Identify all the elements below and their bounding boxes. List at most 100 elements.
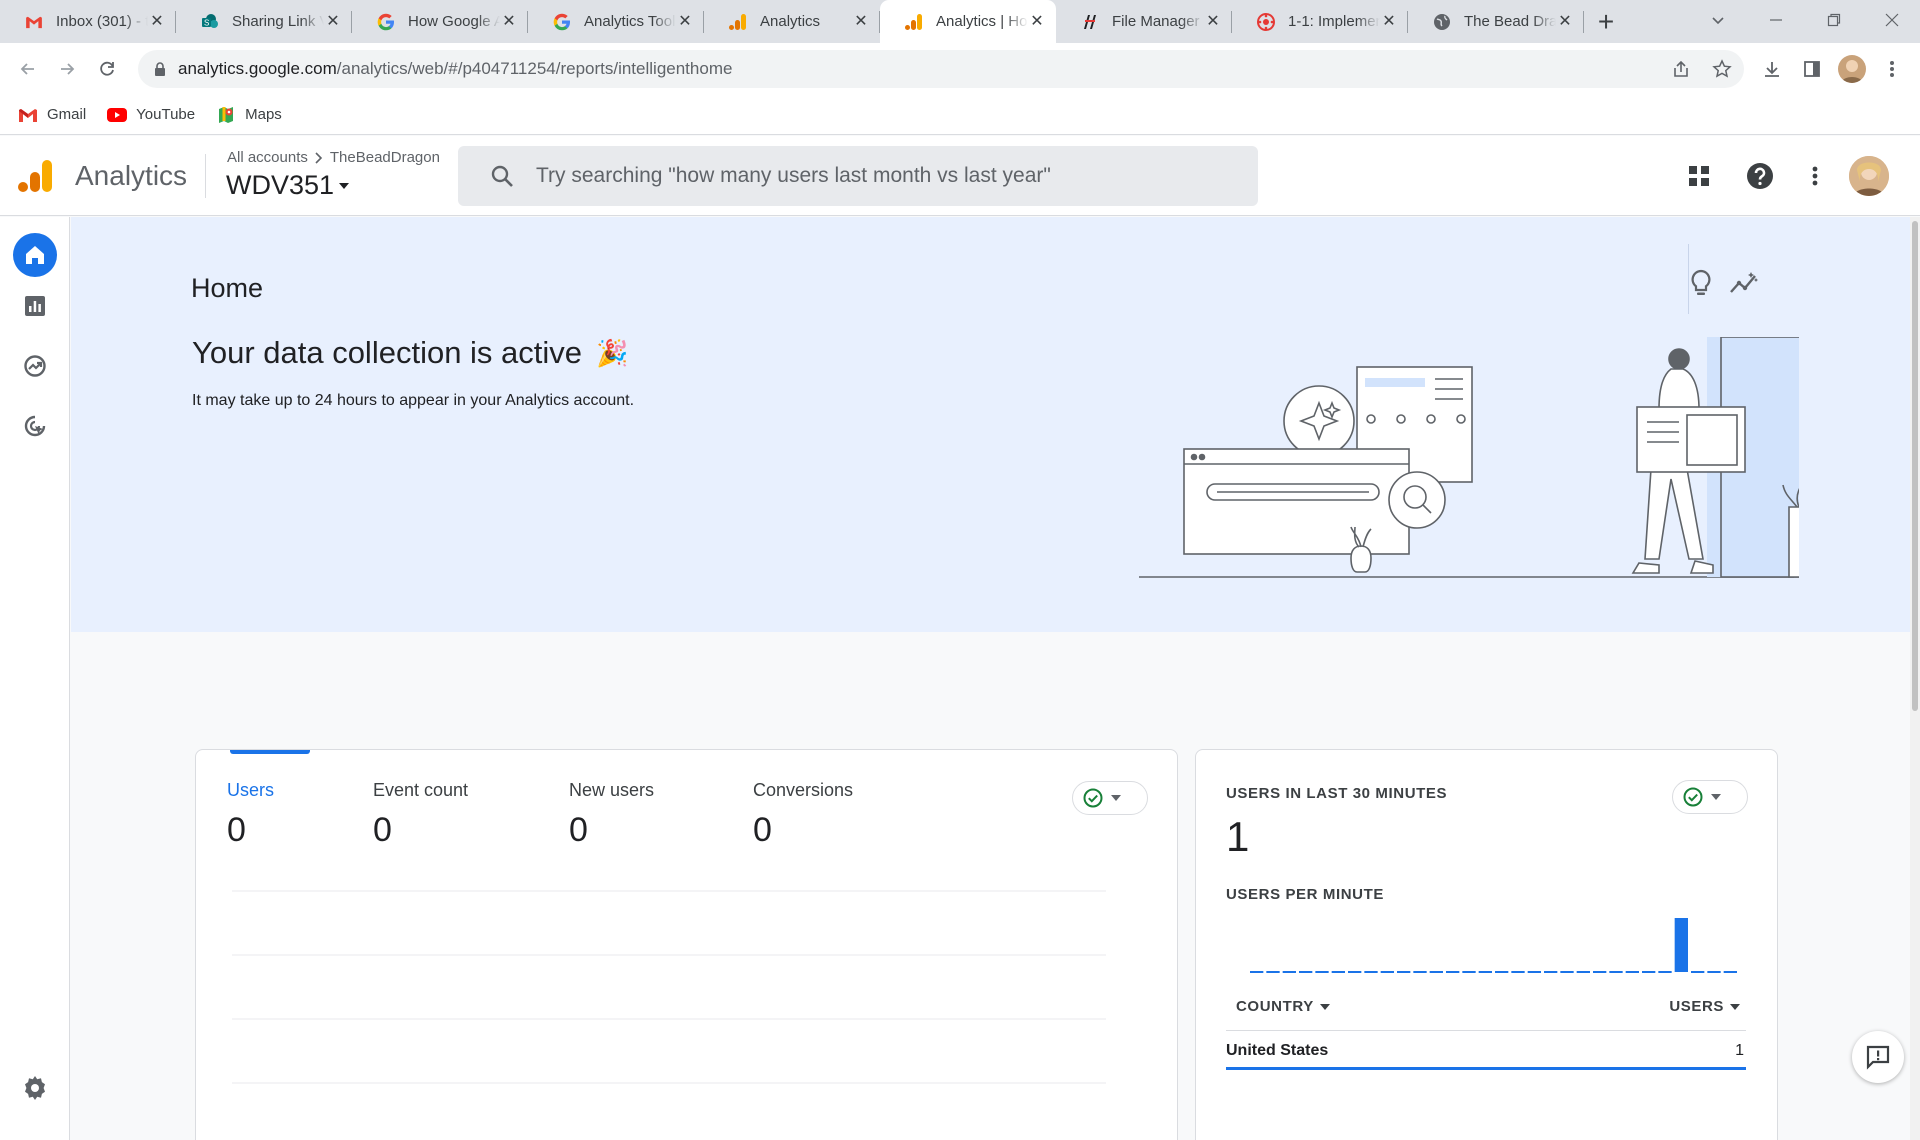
close-tab-icon[interactable]: ✕ bbox=[1380, 13, 1398, 31]
browser-tab[interactable]: How Google A ✕ bbox=[352, 0, 528, 43]
close-tab-icon[interactable]: ✕ bbox=[1204, 13, 1222, 31]
page-scrollbar[interactable] bbox=[1910, 217, 1920, 1140]
help-icon[interactable] bbox=[1744, 160, 1776, 192]
users-per-minute-bar bbox=[1282, 971, 1296, 973]
explore-icon[interactable] bbox=[13, 344, 57, 388]
back-icon[interactable] bbox=[14, 55, 42, 83]
metric-tab-new-users[interactable]: New users 0 bbox=[569, 780, 654, 850]
feedback-button[interactable] bbox=[1852, 1031, 1904, 1083]
property-selector[interactable]: WDV351 bbox=[226, 170, 350, 201]
tab-search-icon[interactable] bbox=[1690, 0, 1746, 40]
bookmark-star-icon[interactable] bbox=[1708, 55, 1736, 83]
realtime-status-dropdown[interactable] bbox=[1672, 780, 1748, 814]
left-nav-rail bbox=[0, 217, 70, 1140]
profile-avatar[interactable] bbox=[1838, 55, 1866, 83]
lightbulb-icon[interactable] bbox=[1685, 267, 1717, 299]
metric-label: Users bbox=[227, 780, 275, 800]
forward-icon[interactable] bbox=[53, 55, 81, 83]
browser-tab[interactable]: S Sharing Link V ✕ bbox=[176, 0, 352, 43]
users-column-header[interactable]: USERS bbox=[1669, 998, 1740, 1015]
browser-tab[interactable]: The Bead Drag ✕ bbox=[1408, 0, 1584, 43]
metric-tab-event-count[interactable]: Event count 0 bbox=[373, 780, 468, 850]
browser-tab[interactable]: Analytics Tools ✕ bbox=[528, 0, 704, 43]
share-icon[interactable] bbox=[1667, 55, 1695, 83]
minimize-icon[interactable] bbox=[1748, 0, 1804, 40]
gmail-icon bbox=[24, 12, 44, 32]
analytics-header: Analytics All accounts TheBeadDragon WDV… bbox=[0, 136, 1920, 216]
bookmark-gmail[interactable]: Gmail bbox=[18, 105, 86, 125]
column-header-label: USERS bbox=[1669, 998, 1724, 1015]
users-per-minute-bar bbox=[1446, 971, 1460, 973]
users-per-minute-bar bbox=[1511, 971, 1525, 973]
apps-grid-icon[interactable] bbox=[1683, 160, 1715, 192]
table-row-country[interactable]: United States bbox=[1226, 1042, 1328, 1060]
breadcrumb[interactable]: All accounts TheBeadDragon bbox=[227, 149, 440, 166]
insights-icon[interactable] bbox=[1728, 267, 1760, 299]
bookmark-youtube[interactable]: YouTube bbox=[107, 105, 195, 125]
close-tab-icon[interactable]: ✕ bbox=[148, 13, 166, 31]
download-icon[interactable] bbox=[1758, 55, 1786, 83]
users-per-minute-bar bbox=[1478, 971, 1492, 973]
metric-value: 0 bbox=[227, 811, 246, 849]
settings-gear-icon[interactable] bbox=[20, 1073, 50, 1103]
hostinger-icon bbox=[1080, 12, 1100, 32]
reports-icon[interactable] bbox=[13, 284, 57, 328]
hero-subtitle: It may take up to 24 hours to appear in … bbox=[192, 392, 635, 409]
users-per-minute-bar bbox=[1674, 918, 1688, 972]
browser-menu-icon[interactable] bbox=[1878, 55, 1906, 83]
caret-down-icon bbox=[338, 182, 350, 190]
svg-text:S: S bbox=[204, 18, 209, 27]
url-path: /analytics/web/#/p404711254/reports/inte… bbox=[336, 59, 733, 78]
url-host: analytics.google.com bbox=[178, 59, 337, 78]
overview-metrics-card: Users 0 Event count 0 New users 0 Conver… bbox=[195, 749, 1178, 1140]
home-icon[interactable] bbox=[13, 233, 57, 277]
close-tab-icon[interactable]: ✕ bbox=[500, 13, 518, 31]
tab-title: Sharing Link V bbox=[232, 13, 324, 30]
users-per-minute-bar bbox=[1364, 971, 1378, 973]
metric-tab-conversions[interactable]: Conversions 0 bbox=[753, 780, 853, 850]
advertising-icon[interactable] bbox=[13, 404, 57, 448]
metric-tab-users[interactable]: Users 0 bbox=[227, 780, 274, 850]
users-per-minute-bar bbox=[1707, 971, 1721, 973]
analytics-logo-icon[interactable] bbox=[18, 158, 54, 194]
close-tab-icon[interactable]: ✕ bbox=[1556, 13, 1574, 31]
country-column-header[interactable]: COUNTRY bbox=[1236, 998, 1330, 1015]
browser-tab[interactable]: File Manager | ✕ bbox=[1056, 0, 1232, 43]
scrollbar-thumb[interactable] bbox=[1912, 221, 1918, 711]
browser-tab[interactable]: Analytics ✕ bbox=[704, 0, 880, 43]
users-per-minute-bar bbox=[1413, 971, 1427, 973]
browser-tab[interactable]: 1-1: Implemen ✕ bbox=[1232, 0, 1408, 43]
close-window-icon[interactable] bbox=[1864, 0, 1920, 40]
search-input[interactable] bbox=[536, 164, 1236, 188]
users-per-minute-bar bbox=[1723, 971, 1737, 973]
browser-tab[interactable]: Analytics | Hor ✕ bbox=[880, 0, 1056, 43]
restore-icon[interactable] bbox=[1806, 0, 1862, 40]
close-tab-icon[interactable]: ✕ bbox=[1028, 13, 1046, 31]
users-per-minute-bar bbox=[1266, 971, 1280, 973]
new-tab-button[interactable]: + bbox=[1584, 0, 1628, 43]
realtime-users-value: 1 bbox=[1226, 813, 1250, 860]
caret-down-icon bbox=[1730, 1003, 1740, 1010]
url-field[interactable]: analytics.google.com/analytics/web/#/p40… bbox=[138, 50, 1744, 88]
users-per-minute-bar bbox=[1299, 971, 1313, 973]
close-tab-icon[interactable]: ✕ bbox=[852, 13, 870, 31]
close-tab-icon[interactable]: ✕ bbox=[676, 13, 694, 31]
users-per-minute-bar bbox=[1397, 971, 1411, 973]
bookmark-maps[interactable]: Maps bbox=[216, 105, 282, 125]
users-per-minute-bar bbox=[1315, 971, 1329, 973]
search-bar[interactable] bbox=[458, 146, 1258, 206]
browser-tab[interactable]: Inbox (301) - t ✕ bbox=[0, 0, 176, 43]
browser-tab-bar: Inbox (301) - t ✕ S Sharing Link V ✕ How Goog… bbox=[0, 0, 1920, 43]
side-panel-icon[interactable] bbox=[1798, 55, 1826, 83]
close-tab-icon[interactable]: ✕ bbox=[324, 13, 342, 31]
analytics-icon bbox=[728, 12, 748, 32]
tab-title: How Google A bbox=[408, 13, 500, 30]
more-vert-icon[interactable] bbox=[1799, 160, 1831, 192]
data-status-dropdown[interactable] bbox=[1072, 781, 1148, 815]
account-avatar[interactable] bbox=[1849, 156, 1889, 196]
reload-icon[interactable] bbox=[93, 55, 121, 83]
sharepoint-icon: S bbox=[200, 12, 220, 32]
analytics-brand[interactable]: Analytics bbox=[75, 160, 187, 192]
users-per-minute-bar bbox=[1429, 971, 1443, 973]
users-per-minute-bar bbox=[1625, 971, 1639, 973]
